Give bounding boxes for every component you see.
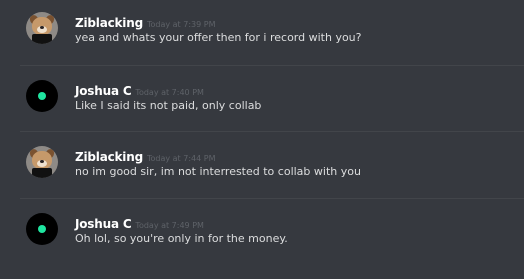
message-header: Ziblacking Today at 7:44 PM (75, 146, 215, 164)
message-group: Ziblacking Today at 7:44 PM no im good si… (0, 146, 524, 212)
message-text: Like I said its not paid, only collab (75, 99, 262, 112)
message-text: yea and whats your offer then for i reco… (75, 31, 362, 44)
dog-avatar-icon[interactable] (26, 146, 58, 178)
status-dot-icon (38, 92, 46, 100)
status-dot-icon (38, 225, 46, 233)
message-text: no im good sir, im not interrested to co… (75, 165, 361, 178)
message-timestamp: Today at 7:49 PM (135, 221, 204, 230)
message-group: Joshua C Today at 7:49 PM Oh lol, so you'… (0, 213, 524, 279)
chat-message-list: Ziblacking Today at 7:39 PM yea and whats… (0, 0, 524, 266)
username[interactable]: Joshua C (75, 217, 132, 231)
dog-avatar-icon[interactable] (26, 12, 58, 44)
message-divider (20, 131, 524, 132)
message-timestamp: Today at 7:40 PM (135, 88, 204, 97)
message-group: Ziblacking Today at 7:39 PM yea and whats… (0, 12, 524, 78)
username[interactable]: Ziblacking (75, 16, 143, 30)
message-divider (20, 198, 524, 199)
username[interactable]: Joshua C (75, 84, 132, 98)
black-avatar-icon[interactable] (26, 80, 58, 112)
message-timestamp: Today at 7:39 PM (146, 20, 216, 29)
message-header: Joshua C Today at 7:49 PM (75, 213, 204, 231)
message-divider (20, 65, 524, 66)
username[interactable]: Ziblacking (75, 150, 143, 164)
message-timestamp: Today at 7:44 PM (146, 154, 216, 163)
message-header: Ziblacking Today at 7:39 PM (75, 12, 215, 30)
message-group: Joshua C Today at 7:40 PM Like I said its… (0, 80, 524, 146)
black-avatar-icon[interactable] (26, 213, 58, 245)
message-text: Oh lol, so you're only in for the money. (75, 232, 288, 245)
message-header: Joshua C Today at 7:40 PM (75, 80, 204, 98)
